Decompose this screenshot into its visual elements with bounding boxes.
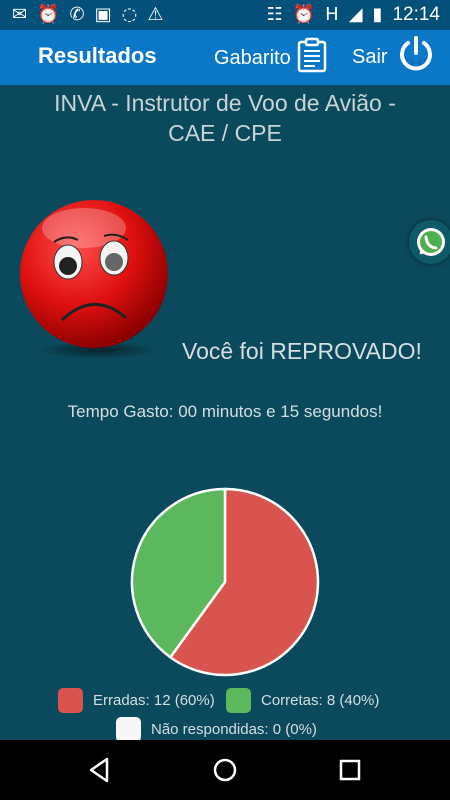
whatsapp-icon	[417, 228, 445, 256]
warning-icon: ⚠	[147, 4, 164, 25]
home-icon	[213, 758, 237, 782]
back-button[interactable]	[80, 750, 120, 790]
app-bar: Resultados Gabarito Sair	[0, 30, 450, 85]
h-indicator: H	[325, 4, 339, 25]
legend-label-corretas: Corretas: 8 (40%)	[261, 692, 380, 709]
back-icon	[89, 757, 109, 783]
recents-button[interactable]	[330, 750, 370, 790]
clipboard-icon	[297, 37, 327, 79]
sair-label: Sair	[352, 45, 388, 68]
home-button[interactable]	[205, 750, 245, 790]
legend-swatch-erradas	[58, 688, 83, 713]
legend-corretas: Corretas: 8 (40%)	[226, 688, 379, 713]
pie-svg	[130, 487, 320, 677]
gabarito-button[interactable]: Gabarito	[214, 36, 327, 80]
alarm-icon: ⏰	[292, 4, 316, 25]
status-bar: ✉ ⏰ ✆ ▣ ◌ ⚠ ☷ ⏰ H ◢ ▮ 12:14	[0, 0, 450, 30]
whatsapp-icon: ✆	[69, 4, 85, 25]
alarm-icon: ⏰	[37, 4, 60, 25]
legend-swatch-nao-respondidas	[116, 717, 141, 742]
power-icon	[396, 34, 436, 80]
status-system: ☷ ⏰ H ◢ ▮ 12:14	[267, 4, 440, 26]
results-pie-chart	[129, 486, 321, 682]
exam-title-line1: INVA - Instrutor de Voo de Avião -	[54, 90, 396, 116]
time-spent: Tempo Gasto: 00 minutos e 15 segundos!	[67, 402, 383, 421]
exam-title: INVA - Instrutor de Voo de Avião - CAE /…	[0, 88, 450, 148]
voicemail-icon: ◌	[121, 4, 138, 25]
legend-erradas: Erradas: 12 (60%)	[58, 688, 215, 713]
result-message: Você foi REPROVADO!	[182, 338, 422, 364]
exam-title-line2: CAE / CPE	[168, 120, 282, 146]
recents-icon	[339, 759, 361, 781]
battery-icon: ▮	[372, 4, 383, 25]
clock: 12:14	[392, 4, 440, 25]
vibrate-icon: ☷	[266, 4, 283, 25]
whatsapp-share-button[interactable]	[409, 220, 450, 264]
sad-face-icon	[18, 198, 173, 367]
legend-swatch-corretas	[226, 688, 251, 713]
page-title: Resultados	[38, 43, 157, 68]
legend-nao-respondidas: Não respondidas: 0 (0%)	[116, 717, 317, 742]
signal-icon: ◢	[348, 4, 363, 25]
message-icon: ✉	[12, 4, 28, 25]
gabarito-label: Gabarito	[214, 46, 291, 69]
sair-button[interactable]: Sair	[352, 34, 436, 80]
legend-label-nao-respondidas: Não respondidas: 0 (0%)	[151, 721, 317, 738]
navigation-bar	[0, 740, 450, 800]
image-icon: ▣	[94, 4, 112, 25]
status-notifications: ✉ ⏰ ✆ ▣ ◌ ⚠	[12, 4, 163, 26]
legend-label-erradas: Erradas: 12 (60%)	[93, 692, 215, 709]
